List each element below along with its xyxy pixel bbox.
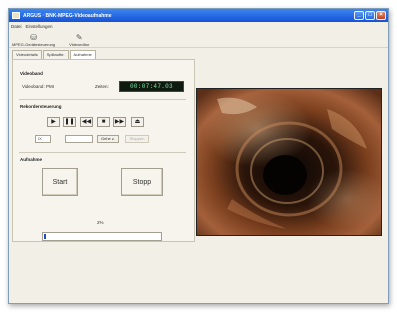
goto-button[interactable]: Gehe z. xyxy=(97,135,119,143)
device-control-label: MPEG-Geräte­steuerung xyxy=(12,42,56,47)
tab-strip: Videodetails Splitaufbr. Aufnahme xyxy=(12,50,96,59)
menu-bar: Datei Einstellungen xyxy=(9,22,388,30)
pipe-inspection-image xyxy=(197,89,381,235)
tab-aufnahme[interactable]: Aufnahme xyxy=(69,50,96,59)
start-button[interactable]: Start xyxy=(42,168,78,196)
close-button[interactable]: × xyxy=(376,11,386,20)
menu-einstellungen[interactable]: Einstellungen xyxy=(26,24,53,29)
goto-time-field[interactable] xyxy=(65,135,93,143)
video-preview xyxy=(196,88,382,236)
divider xyxy=(19,152,186,153)
app-icon xyxy=(12,12,20,19)
window-title: ARGUS · BNK-MPEG-Videoaufnahme xyxy=(23,12,112,19)
editor-icon: ✎ xyxy=(75,33,83,42)
pause-button[interactable]: ❚❚ xyxy=(63,117,76,127)
recording-progress-bar xyxy=(42,232,162,241)
minimize-button[interactable]: _ xyxy=(354,11,364,20)
position-field[interactable]: IX xyxy=(35,135,51,143)
video-editor-button[interactable]: ✎ Videoeditor xyxy=(69,33,89,47)
recorder-title: Rekordersteuerung xyxy=(20,104,62,109)
timecode-display: 00:07:47.03 xyxy=(119,81,184,92)
device-icon: ⛁ xyxy=(30,33,37,42)
tab-splitaufbr[interactable]: Splitaufbr. xyxy=(42,50,69,59)
rewind-button[interactable]: ◀◀ xyxy=(80,117,93,127)
app-window: ARGUS · BNK-MPEG-Videoaufnahme _ □ × Dat… xyxy=(8,8,389,304)
stop-disabled-button[interactable]: Stoppen xyxy=(125,135,149,143)
zeit-label: Zeiten: xyxy=(95,84,109,89)
videoband-label: Videoband: PMI xyxy=(22,84,54,89)
video-editor-label: Videoeditor xyxy=(69,42,90,47)
stop-button[interactable]: ■ xyxy=(97,117,110,127)
tab-videodetails[interactable]: Videodetails xyxy=(12,50,42,59)
videoband-title: Videoband xyxy=(20,71,43,76)
title-bar[interactable]: ARGUS · BNK-MPEG-Videoaufnahme _ □ × xyxy=(9,9,388,22)
play-button[interactable]: ▶ xyxy=(47,117,60,127)
aufnahme-title: Aufnahme xyxy=(20,157,43,162)
fast-forward-button[interactable]: ▶▶ xyxy=(113,117,126,127)
maximize-button[interactable]: □ xyxy=(365,11,375,20)
aufnahme-panel: Videoband Videoband: PMI Zeiten: 00:07:4… xyxy=(12,59,195,242)
progress-value: 2% xyxy=(97,220,104,225)
progress-fill xyxy=(44,234,46,239)
device-control-button[interactable]: ⛁ MPEG-Geräte­steuerung xyxy=(12,33,55,47)
menu-datei[interactable]: Datei xyxy=(11,24,22,29)
toolbar: ⛁ MPEG-Geräte­steuerung ✎ Videoeditor xyxy=(9,30,388,48)
divider xyxy=(19,99,186,100)
eject-button[interactable]: ⏏ xyxy=(131,117,144,127)
stopp-button[interactable]: Stopp xyxy=(121,168,163,196)
